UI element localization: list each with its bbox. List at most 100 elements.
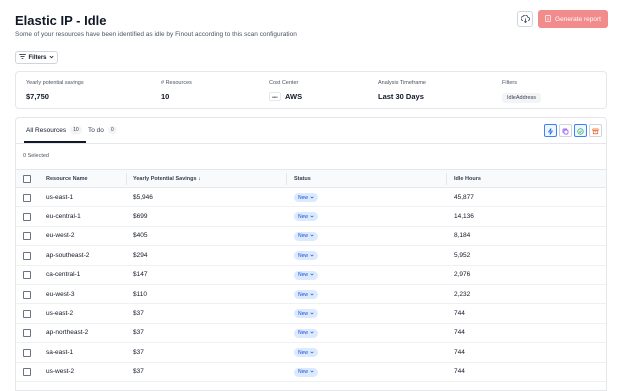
status-dropdown[interactable]: New [294, 348, 319, 358]
status-badge: New [298, 272, 309, 279]
row-checkbox[interactable] [23, 309, 31, 318]
chevron-down-icon [310, 253, 314, 259]
cost-center-label: Cost Center [269, 80, 299, 86]
status-dropdown[interactable]: New [294, 309, 319, 319]
table-row[interactable]: us-east-2 $37 New 744 [16, 304, 606, 324]
idle-hours-cell: 744 [454, 309, 465, 317]
idle-hours-cell: 744 [454, 348, 465, 356]
status-dropdown[interactable]: New [294, 212, 319, 222]
table-row[interactable]: ap-southeast-2 $294 New 5,952 [16, 246, 606, 266]
cost-center-summary: Cost Center aws AWS [269, 80, 302, 101]
table-row[interactable]: us-east-1 $5,946 New 45,877 [16, 188, 606, 208]
archive-action-button[interactable] [589, 124, 602, 137]
column-divider [606, 173, 607, 185]
chevron-down-icon [310, 311, 314, 317]
idle-hours-cell: 5,952 [454, 251, 471, 259]
check-action-button[interactable] [574, 124, 587, 137]
row-checkbox[interactable] [23, 212, 31, 221]
table-row[interactable]: us-west-2 $37 New 744 [16, 363, 606, 382]
cloud-download-icon [520, 10, 530, 28]
status-dropdown[interactable]: New [294, 231, 319, 241]
status-dropdown[interactable]: New [294, 251, 319, 261]
row-checkbox[interactable] [23, 193, 31, 202]
tab-divider [16, 143, 606, 144]
status-dropdown[interactable]: New [294, 367, 319, 377]
chevron-down-icon [310, 272, 314, 278]
chevron-down-icon [310, 233, 314, 239]
table-row[interactable]: ap-northeast-2 $37 New 744 [16, 324, 606, 344]
generate-report-button[interactable]: Generate report [538, 10, 608, 28]
tab-count: 0 [107, 126, 117, 134]
tab-all-resources[interactable]: All Resources 10 [26, 126, 82, 134]
savings-cell: $699 [133, 212, 148, 220]
resources-value: 10 [161, 92, 170, 101]
copy-icon [562, 122, 569, 140]
status-dropdown[interactable]: New [294, 270, 319, 280]
lightning-action-button[interactable] [544, 124, 557, 137]
check-circle-icon [577, 122, 584, 140]
chevron-down-icon [310, 195, 314, 201]
timeframe-value: Last 30 Days [378, 92, 424, 101]
table-row[interactable]: sa-east-1 $37 New 744 [16, 343, 606, 363]
filters-label: Filters [28, 54, 47, 61]
savings-cell: $37 [133, 309, 144, 317]
chevron-down-icon [310, 369, 314, 375]
copy-action-button[interactable] [559, 124, 572, 137]
resources-label: # Resources [161, 80, 192, 86]
column-idle-hours[interactable]: Idle Hours [454, 176, 481, 182]
resource-name-cell: us-west-2 [46, 368, 75, 376]
chevron-down-icon [310, 330, 314, 336]
tab-count: 10 [70, 126, 82, 134]
page-subtitle: Some of your resources have been identif… [15, 31, 297, 38]
row-checkbox[interactable] [23, 329, 31, 338]
status-dropdown[interactable]: New [294, 290, 319, 299]
status-badge: New [298, 291, 309, 298]
row-checkbox[interactable] [23, 271, 31, 280]
table-row[interactable]: eu-west-3 $110 New 2,232 [16, 285, 606, 305]
lightning-icon [547, 122, 554, 140]
savings-cell: $37 [133, 348, 144, 356]
savings-cell: $37 [133, 329, 144, 337]
cost-center-value: AWS [285, 92, 303, 101]
table-header: Resource Name Yearly Potential Savings ↓… [16, 169, 606, 188]
status-badge: New [298, 349, 309, 356]
savings-cell: $37 [133, 368, 144, 376]
table-row[interactable]: eu-central-1 $699 New 14,136 [16, 207, 606, 227]
idle-hours-cell: 2,976 [454, 271, 471, 279]
chevron-down-icon [48, 55, 54, 61]
resource-name-cell: ap-northeast-2 [46, 329, 89, 337]
column-divider [446, 173, 447, 185]
idle-hours-cell: 45,877 [454, 193, 474, 201]
table-row[interactable]: eu-west-2 $405 New 8,184 [16, 227, 606, 247]
resource-name-cell: eu-west-3 [46, 290, 75, 298]
savings-cell: $294 [133, 251, 148, 259]
savings-cell: $5,946 [133, 193, 153, 201]
row-checkbox[interactable] [23, 232, 31, 241]
tab-label: To do [88, 126, 104, 134]
table-row[interactable]: ca-central-1 $147 New 2,976 [16, 266, 606, 285]
idle-hours-cell: 744 [454, 368, 465, 376]
row-checkbox[interactable] [23, 251, 31, 260]
savings-cell: $405 [133, 232, 148, 240]
filters-button[interactable]: Filters [15, 51, 58, 64]
idle-hours-cell: 14,136 [454, 212, 474, 220]
resource-name-cell: sa-east-1 [46, 348, 74, 356]
chevron-down-icon [310, 350, 314, 356]
filters-summary: Filters IdleAddress [502, 80, 542, 104]
filter-chip[interactable]: IdleAddress [502, 93, 542, 103]
select-all-checkbox[interactable] [23, 175, 31, 183]
status-dropdown[interactable]: New [294, 193, 319, 202]
column-resource-name[interactable]: Resource Name [46, 176, 88, 182]
savings-label: Yearly potential savings [26, 80, 84, 86]
row-checkbox[interactable] [23, 348, 31, 357]
row-checkbox[interactable] [23, 290, 31, 299]
resource-name-cell: us-east-1 [46, 193, 74, 201]
column-yearly-savings[interactable]: Yearly Potential Savings ↓ [133, 176, 201, 182]
download-button[interactable] [517, 11, 533, 27]
status-dropdown[interactable]: New [294, 328, 319, 338]
page-title: Elastic IP - Idle [15, 13, 107, 28]
row-checkbox[interactable] [23, 368, 31, 377]
tab-to-do[interactable]: To do 0 [88, 126, 117, 134]
column-status[interactable]: Status [294, 176, 311, 182]
status-badge: New [298, 213, 309, 220]
